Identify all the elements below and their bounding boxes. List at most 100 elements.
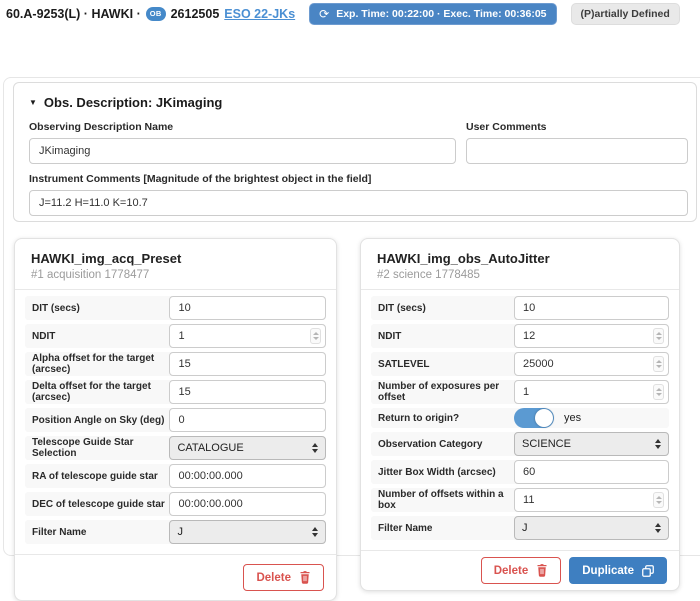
delete-button[interactable]: Delete: [481, 557, 562, 584]
instrument-comments-label: Instrument Comments [Magnitude of the br…: [29, 173, 688, 185]
param-label: Return to origin?: [371, 413, 514, 424]
param-label: Position Angle on Sky (deg): [25, 415, 169, 426]
instrument-comments-input[interactable]: [29, 190, 688, 216]
param-input[interactable]: [514, 296, 669, 320]
param-label: DEC of telescope guide star: [25, 499, 169, 510]
param-input[interactable]: [169, 352, 326, 376]
user-comments-input[interactable]: [466, 138, 688, 164]
select-arrows-icon: [655, 439, 661, 449]
toggle-label: yes: [564, 412, 581, 424]
param-label: Telescope Guide Star Selection: [25, 437, 169, 459]
param-number-input[interactable]: [514, 352, 669, 376]
param-input[interactable]: [169, 464, 326, 488]
template-card: HAWKI_img_acq_Preset #1 acquisition 17784…: [14, 238, 337, 601]
param-input[interactable]: [169, 492, 326, 516]
template-subtitle: #1 acquisition 1778477: [31, 269, 320, 281]
stepper-icon[interactable]: [653, 328, 664, 344]
user-comments-label: User Comments: [466, 121, 688, 133]
ob-id: 2612505: [171, 7, 220, 21]
param-number-input[interactable]: [514, 488, 669, 512]
template-title: HAWKI_img_acq_Preset: [31, 251, 320, 266]
ob-name-link[interactable]: ESO 22-JKs: [224, 7, 295, 21]
param-row: DEC of telescope guide star: [25, 492, 326, 516]
run-and-instrument-label: 60.A-9253(L) · HAWKI ·: [6, 7, 141, 21]
template-subtitle: #2 science 1778485: [377, 269, 663, 281]
param-label: Filter Name: [371, 523, 514, 534]
stepper-icon[interactable]: [653, 492, 664, 508]
param-select[interactable]: J: [514, 516, 669, 540]
time-pill-label: Exp. Time: 00:22:00 · Exec. Time: 00:36:…: [336, 8, 546, 20]
param-row: Filter Name J: [25, 520, 326, 544]
param-label: Number of offsets within a box: [371, 489, 514, 511]
delete-button[interactable]: Delete: [243, 564, 324, 591]
param-input[interactable]: [169, 296, 326, 320]
refresh-icon: ⟳: [319, 8, 329, 20]
template-title: HAWKI_img_obs_AutoJitter: [377, 251, 663, 266]
param-label: Jitter Box Width (arcsec): [371, 467, 514, 478]
param-row: SATLEVEL: [371, 352, 669, 376]
param-row: NDIT: [25, 324, 326, 348]
param-row: DIT (secs): [371, 296, 669, 320]
select-arrows-icon: [312, 443, 318, 453]
ob-badge: OB: [146, 7, 166, 21]
copy-icon: [642, 565, 654, 577]
param-row: Position Angle on Sky (deg): [25, 408, 326, 432]
param-row: NDIT: [371, 324, 669, 348]
param-label: NDIT: [371, 331, 514, 342]
param-input[interactable]: [169, 380, 326, 404]
button-label: Delete: [256, 572, 291, 584]
select-value: CATALOGUE: [177, 442, 243, 454]
trash-icon: [299, 571, 311, 584]
param-row: RA of telescope guide star: [25, 464, 326, 488]
toggle-switch[interactable]: [514, 408, 554, 428]
param-select[interactable]: CATALOGUE: [169, 436, 326, 460]
param-input[interactable]: [514, 460, 669, 484]
observing-description-name-input[interactable]: [29, 138, 456, 164]
stepper-icon[interactable]: [653, 356, 664, 372]
trash-icon: [536, 564, 548, 577]
param-select[interactable]: SCIENCE: [514, 432, 669, 456]
obs-description-collapse-toggle[interactable]: ▼ Obs. Description: JKimaging: [29, 95, 688, 110]
param-label: DIT (secs): [371, 303, 514, 314]
ob-header: 60.A-9253(L) · HAWKI · OB 2612505 ESO 22…: [6, 3, 680, 25]
param-number-input[interactable]: [169, 324, 326, 348]
param-select[interactable]: J: [169, 520, 326, 544]
param-label: Filter Name: [25, 527, 169, 538]
select-value: J: [522, 522, 528, 534]
stepper-icon[interactable]: [653, 384, 664, 400]
caret-down-icon: ▼: [29, 98, 37, 107]
param-row: Alpha offset for the target (arcsec): [25, 352, 326, 376]
duplicate-button[interactable]: Duplicate: [569, 557, 667, 584]
param-label: Observation Category: [371, 439, 514, 450]
button-label: Delete: [494, 565, 529, 577]
param-label: Delta offset for the target (arcsec): [25, 381, 169, 403]
param-input[interactable]: [169, 408, 326, 432]
select-arrows-icon: [312, 527, 318, 537]
select-value: J: [177, 526, 183, 538]
param-label: RA of telescope guide star: [25, 471, 169, 482]
template-card: HAWKI_img_obs_AutoJitter #2 science 17784…: [360, 238, 680, 591]
observing-description-name-label: Observing Description Name: [29, 121, 456, 133]
param-number-input[interactable]: [514, 380, 669, 404]
param-row: Observation Category SCIENCE: [371, 432, 669, 456]
param-number-input[interactable]: [514, 324, 669, 348]
param-row: Jitter Box Width (arcsec): [371, 460, 669, 484]
param-row: Filter Name J: [371, 516, 669, 540]
param-label: SATLEVEL: [371, 359, 514, 370]
exec-time-button[interactable]: ⟳ Exp. Time: 00:22:00 · Exec. Time: 00:3…: [309, 3, 556, 25]
param-row: Telescope Guide Star Selection CATALOGUE: [25, 436, 326, 460]
param-row: Number of exposures per offset: [371, 380, 669, 404]
select-arrows-icon: [655, 523, 661, 533]
param-row: DIT (secs): [25, 296, 326, 320]
obs-description-title: Obs. Description: JKimaging: [44, 95, 222, 110]
param-label: Number of exposures per offset: [371, 381, 514, 403]
param-label: NDIT: [25, 331, 169, 342]
param-row: Number of offsets within a box: [371, 488, 669, 512]
param-label: DIT (secs): [25, 303, 169, 314]
status-badge: (P)artially Defined: [571, 3, 680, 25]
stepper-icon[interactable]: [310, 328, 321, 344]
param-row: Delta offset for the target (arcsec): [25, 380, 326, 404]
obs-description-panel: ▼ Obs. Description: JKimaging Observing …: [13, 82, 697, 222]
button-label: Duplicate: [582, 565, 634, 577]
select-value: SCIENCE: [522, 438, 571, 450]
